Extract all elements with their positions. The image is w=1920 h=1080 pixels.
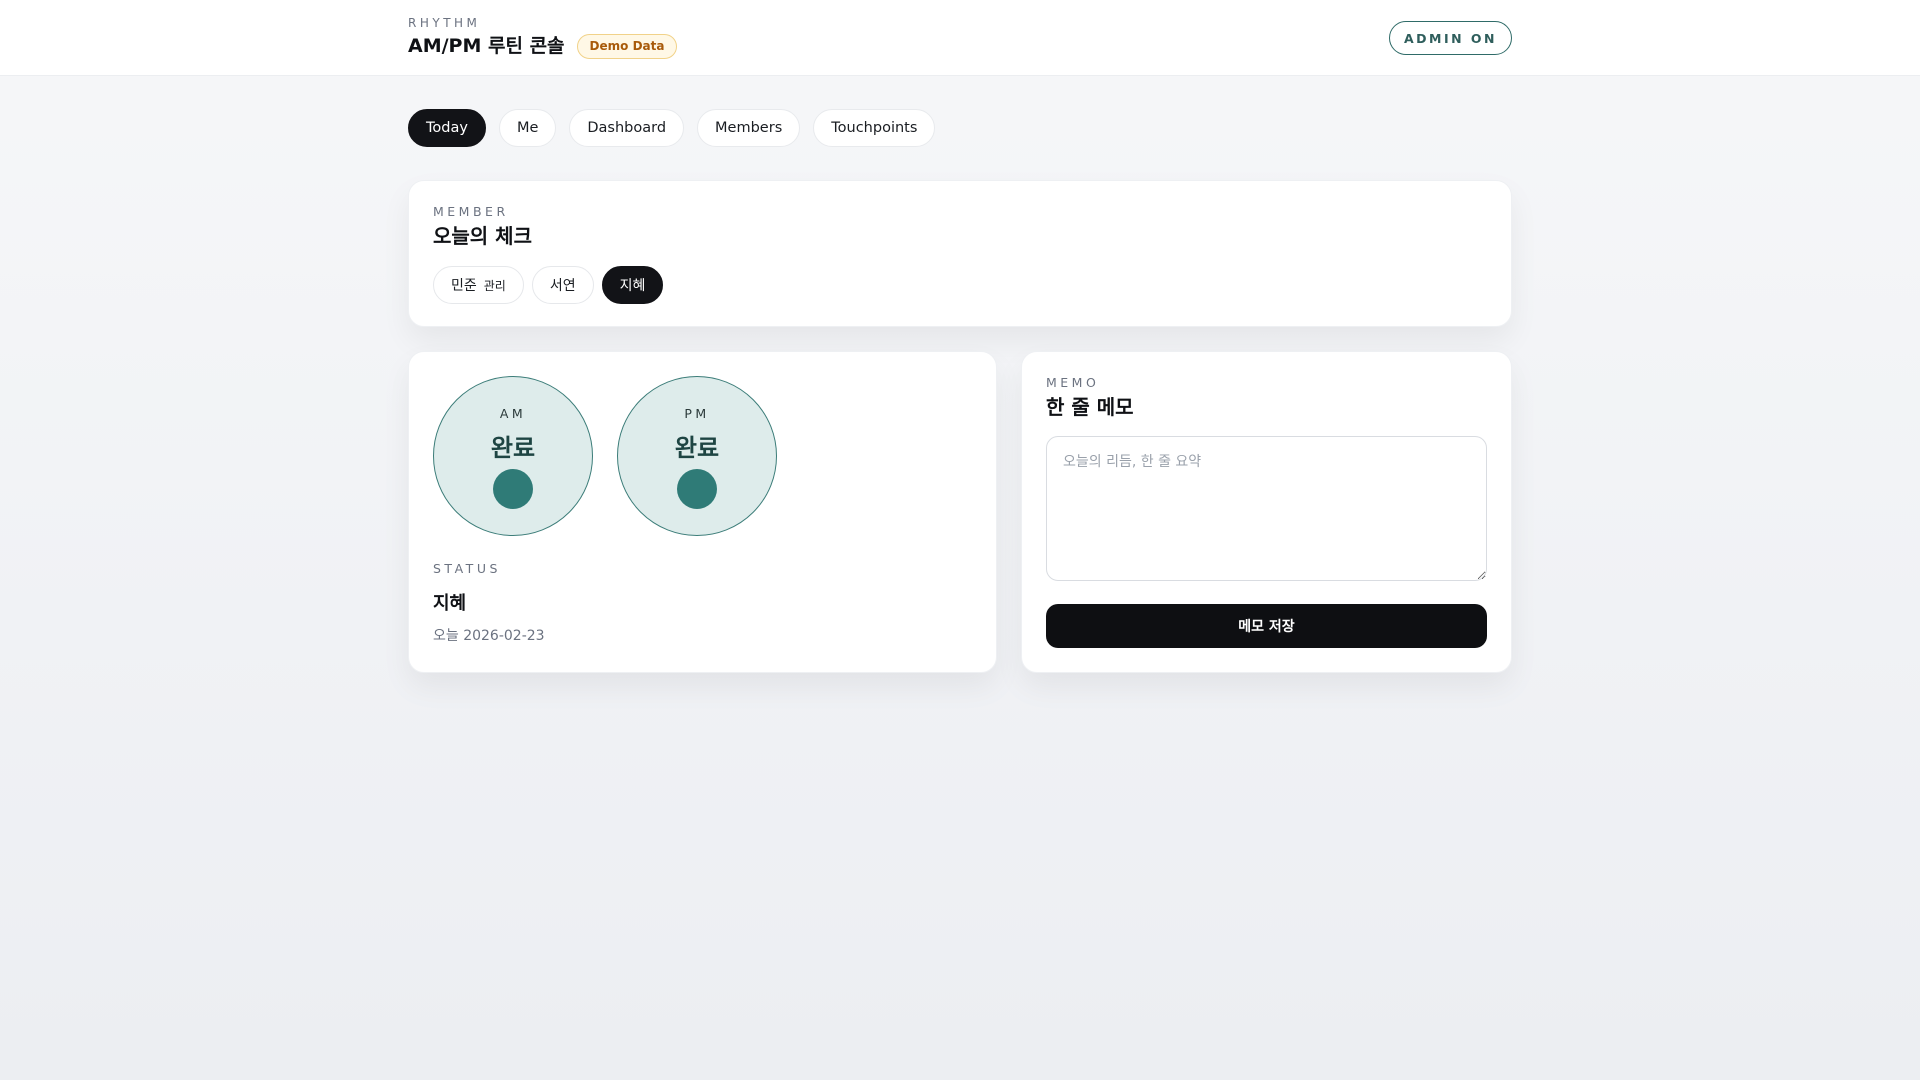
top-bar: RHYTHM AM/PM 루틴 콘솔 Demo Data ADMIN ON: [0, 0, 1920, 76]
brand-row: AM/PM 루틴 콘솔 Demo Data: [408, 33, 678, 59]
member-eyebrow: MEMBER: [433, 204, 509, 219]
check-dot-icon: [493, 469, 533, 509]
pm-check-toggle[interactable]: PM 완료: [617, 376, 777, 536]
member-title: 오늘의 체크: [433, 224, 532, 248]
am-check-toggle[interactable]: AM 완료: [433, 376, 593, 536]
member-chip-role: 관리: [483, 278, 506, 293]
member-card: MEMBER 오늘의 체크 민준 관리 서연 지혜: [408, 180, 1512, 327]
am-label: AM: [499, 406, 527, 421]
member-chip-label: 지혜: [619, 278, 646, 294]
am-status: 완료: [490, 434, 536, 462]
status-block: STATUS 지혜 오늘 2026-02-23: [433, 562, 972, 645]
status-member-name: 지혜: [433, 593, 467, 614]
save-memo-button[interactable]: 메모 저장: [1046, 604, 1487, 648]
member-chip-label: 서연: [549, 278, 576, 294]
routine-checks: AM 완료 PM 완료: [433, 376, 972, 536]
check-dot-icon: [677, 469, 717, 509]
memo-eyebrow: MEMO: [1046, 375, 1100, 390]
app-title: AM/PM 루틴 콘솔: [408, 35, 565, 57]
tab-today[interactable]: Today: [408, 109, 486, 147]
member-chip-jihye[interactable]: 지혜: [601, 266, 664, 304]
tab-touchpoints[interactable]: Touchpoints: [813, 109, 936, 147]
pm-status: 완료: [674, 434, 720, 462]
main-tabs: Today Me Dashboard Members Touchpoints: [408, 109, 948, 147]
tab-me[interactable]: Me: [498, 109, 557, 147]
status-card: AM 완료 PM 완료 STATUS 지혜 오늘 2026-02-23: [408, 351, 997, 673]
admin-toggle-button[interactable]: ADMIN ON: [1389, 21, 1512, 55]
status-date: 오늘 2026-02-23: [433, 628, 545, 644]
tab-dashboard[interactable]: Dashboard: [569, 109, 685, 147]
member-chips: 민준 관리 서연 지혜: [433, 266, 1487, 304]
member-chip-label: 민준: [451, 278, 477, 294]
demo-data-badge: Demo Data: [576, 33, 678, 59]
memo-input[interactable]: [1046, 436, 1487, 581]
brand: RHYTHM AM/PM 루틴 콘솔 Demo Data: [408, 16, 678, 59]
member-chip-seoyeon[interactable]: 서연: [531, 266, 594, 304]
pm-label: PM: [684, 406, 710, 421]
memo-card: MEMO 한 줄 메모 메모 저장: [1021, 351, 1512, 673]
status-eyebrow: STATUS: [433, 561, 501, 576]
memo-title: 한 줄 메모: [1046, 395, 1134, 419]
tab-members[interactable]: Members: [697, 109, 801, 147]
brand-eyebrow: RHYTHM: [408, 16, 481, 30]
member-chip-minjun[interactable]: 민준 관리: [433, 266, 524, 304]
